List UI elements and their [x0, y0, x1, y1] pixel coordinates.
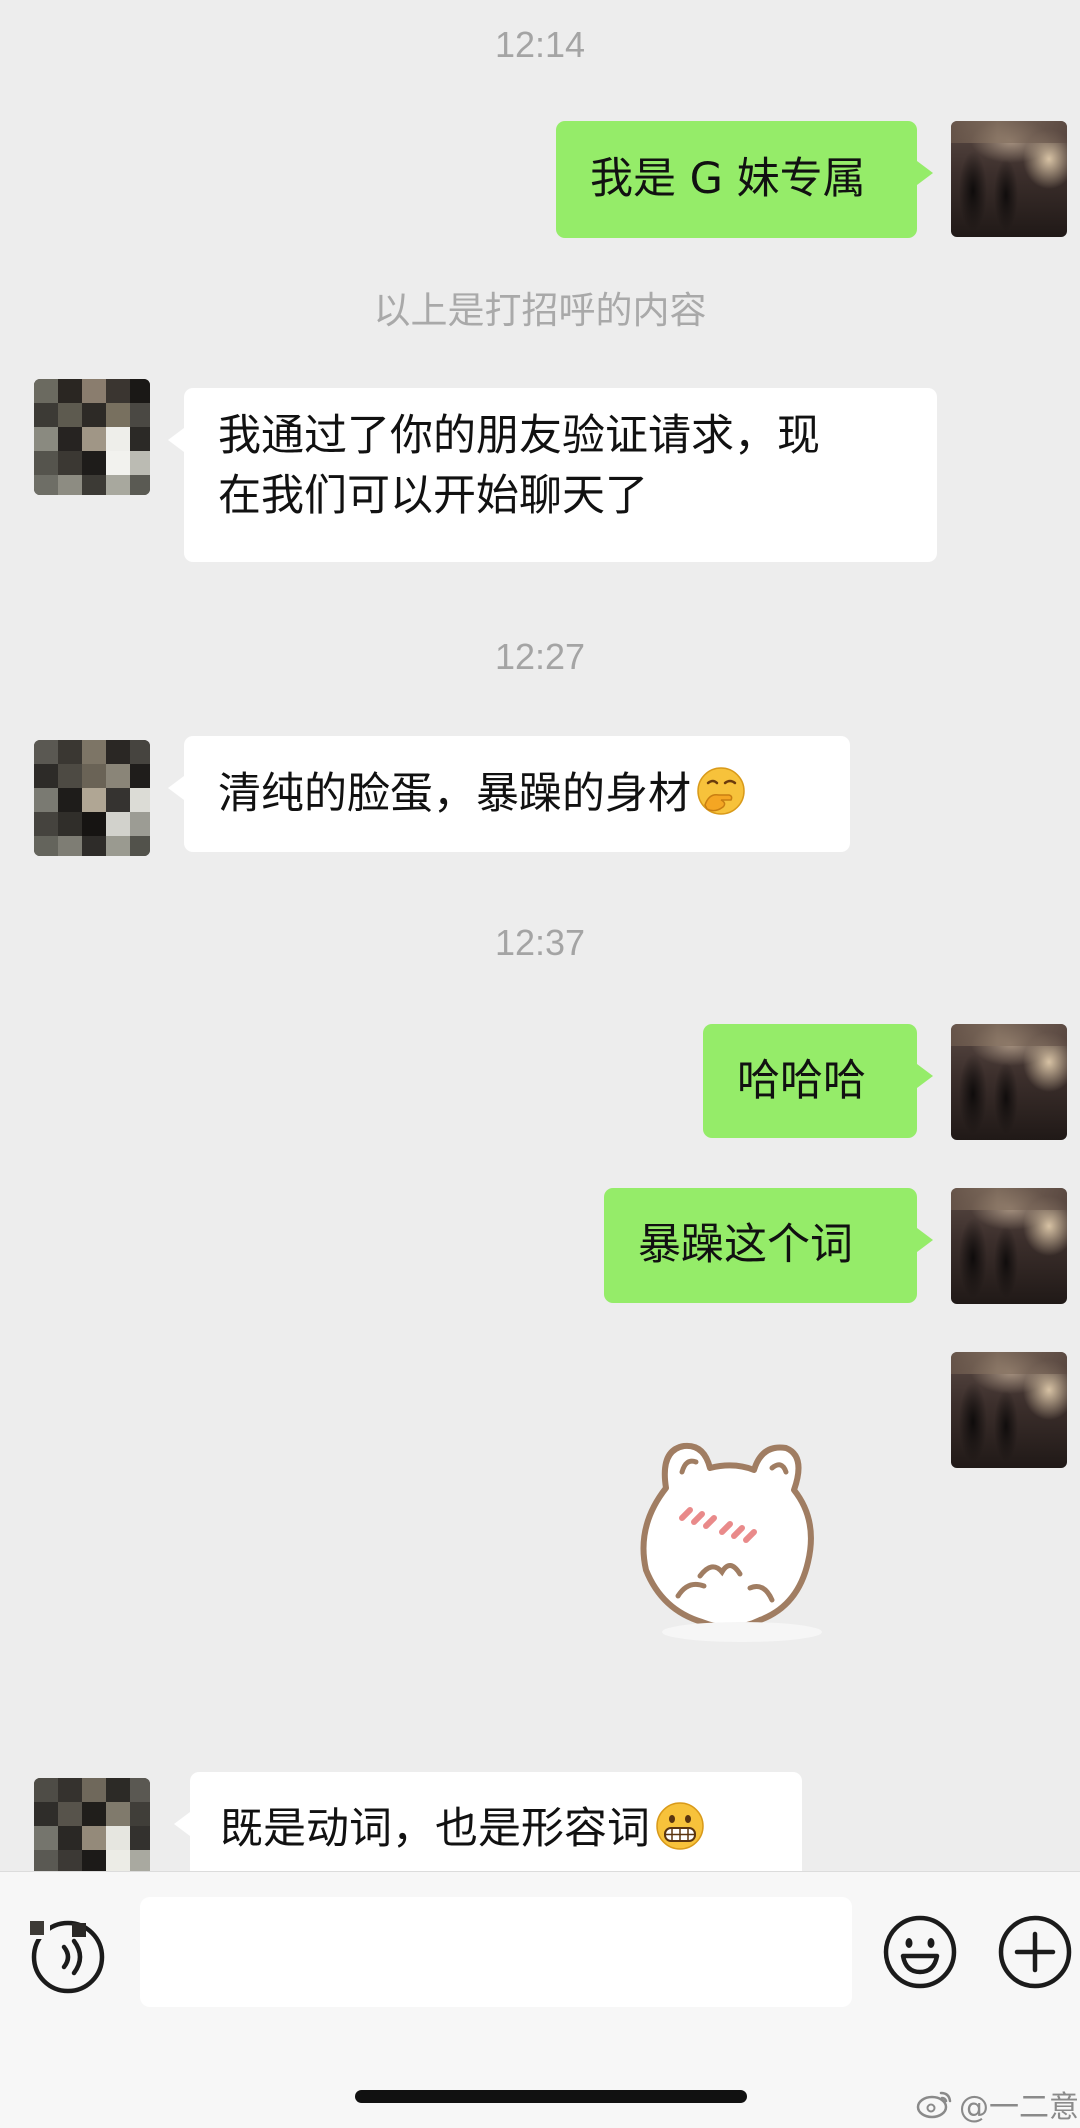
message-text: 既是动词，也是形容词 — [220, 1804, 650, 1854]
watermark-text: @一二意 — [959, 2090, 1079, 2125]
watermark: @一二意 — [915, 2082, 1079, 2126]
timestamp: 12:37 — [494, 922, 586, 963]
message-bubble-sent[interactable]: 暴躁这个词 — [604, 1188, 933, 1303]
timestamp: 12:27 — [494, 636, 586, 677]
message-bubble-received[interactable]: 我通过了你的朋友验证请求，现 在我们可以开始聊天了 — [168, 388, 937, 562]
my-avatar[interactable] — [951, 121, 1067, 237]
greeting-system-note: 以上是打招呼的内容 — [373, 289, 707, 332]
my-avatar[interactable] — [951, 1024, 1067, 1140]
voice-icon[interactable] — [28, 1917, 108, 1997]
message-text-line: 我通过了你的朋友验证请求，现 — [218, 411, 820, 461]
smiley-icon[interactable] — [880, 1912, 960, 1992]
timestamp: 12:14 — [494, 24, 586, 65]
blushing-bear-sticker[interactable] — [622, 1410, 852, 1650]
grimacing-face-icon — [656, 1802, 704, 1850]
message-bubble-sent[interactable]: 我是 G 妹专属 — [556, 121, 933, 238]
message-bubble-sent[interactable]: 哈哈哈 — [703, 1024, 933, 1138]
weibo-icon — [916, 2091, 952, 2119]
message-text: 清纯的脸蛋，暴躁的身材 — [218, 769, 691, 819]
chat-screen: 12:14 我是 G 妹专属 以上是打招呼的内容 我通过了你的朋友验证请求，现 … — [0, 0, 1080, 2128]
message-input[interactable] — [140, 1897, 852, 2007]
my-avatar[interactable] — [951, 1352, 1067, 1468]
message-bubble-received[interactable]: 清纯的脸蛋，暴躁的身材 — [168, 736, 850, 852]
my-avatar[interactable] — [951, 1188, 1067, 1304]
message-text: 暴躁这个词 — [638, 1220, 853, 1270]
message-text: 哈哈哈 — [737, 1056, 866, 1106]
contact-avatar[interactable] — [34, 379, 150, 495]
face-with-hand-over-mouth-icon — [697, 767, 745, 815]
message-text: 我是 G 妹专属 — [590, 154, 866, 204]
home-indicator[interactable] — [355, 2090, 747, 2103]
message-bubble-received[interactable]: 既是动词，也是形容词 — [174, 1772, 802, 1886]
contact-avatar[interactable] — [34, 740, 150, 856]
plus-icon[interactable] — [995, 1912, 1075, 1992]
message-text-line: 在我们可以开始聊天了 — [218, 471, 648, 521]
